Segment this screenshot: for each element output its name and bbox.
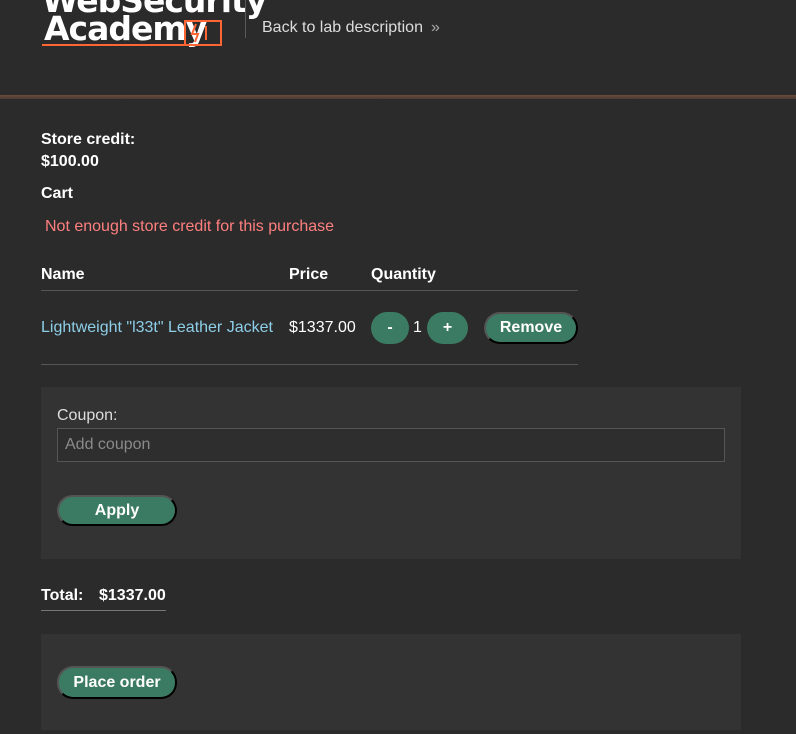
logo-underline [42, 44, 222, 46]
logo-lightning-box [184, 20, 222, 46]
cart-item-name-link[interactable]: Lightweight "l33t" Leather Jacket [41, 319, 273, 337]
store-credit-label: Store credit: [41, 131, 136, 148]
lightning-icon [190, 23, 207, 43]
cart-item-price: $1337.00 [289, 319, 356, 336]
total-row: Total: $1337.00 [41, 587, 166, 611]
quantity-decrease-button[interactable]: - [371, 312, 409, 344]
apply-coupon-button[interactable]: Apply [57, 495, 177, 526]
store-credit-value: $100.00 [41, 153, 99, 170]
header-rule [0, 95, 796, 99]
coupon-input[interactable] [57, 428, 725, 462]
quantity-increase-button[interactable]: + [427, 312, 468, 344]
double-chevron-right-icon: » [430, 19, 440, 36]
cart-title: Cart [41, 185, 74, 202]
column-header-name: Name [41, 266, 85, 283]
back-link-label: Back to lab description [262, 19, 423, 36]
table-row-divider [41, 364, 578, 365]
quantity-value: 1 [413, 319, 422, 336]
header-divider [245, 0, 246, 38]
coupon-panel: Coupon: Apply [41, 387, 741, 559]
logo-line2: Academy [44, 9, 207, 48]
coupon-label: Coupon: [57, 407, 118, 424]
academy-logo[interactable]: WebSecurity Academy [40, 0, 267, 48]
column-header-quantity: Quantity [371, 266, 436, 283]
total-label: Total: [41, 587, 84, 604]
remove-item-button[interactable]: Remove [484, 312, 578, 344]
table-row-divider [41, 290, 578, 291]
place-order-button[interactable]: Place order [57, 666, 177, 699]
site-header: WebSecurity Academy Back to lab descript… [0, 0, 796, 99]
error-message: Not enough store credit for this purchas… [45, 218, 335, 235]
total-value: $1337.00 [99, 587, 166, 604]
back-to-lab-link[interactable]: Back to lab description » [262, 19, 440, 37]
order-panel: Place order [41, 634, 741, 730]
column-header-price: Price [289, 266, 329, 283]
